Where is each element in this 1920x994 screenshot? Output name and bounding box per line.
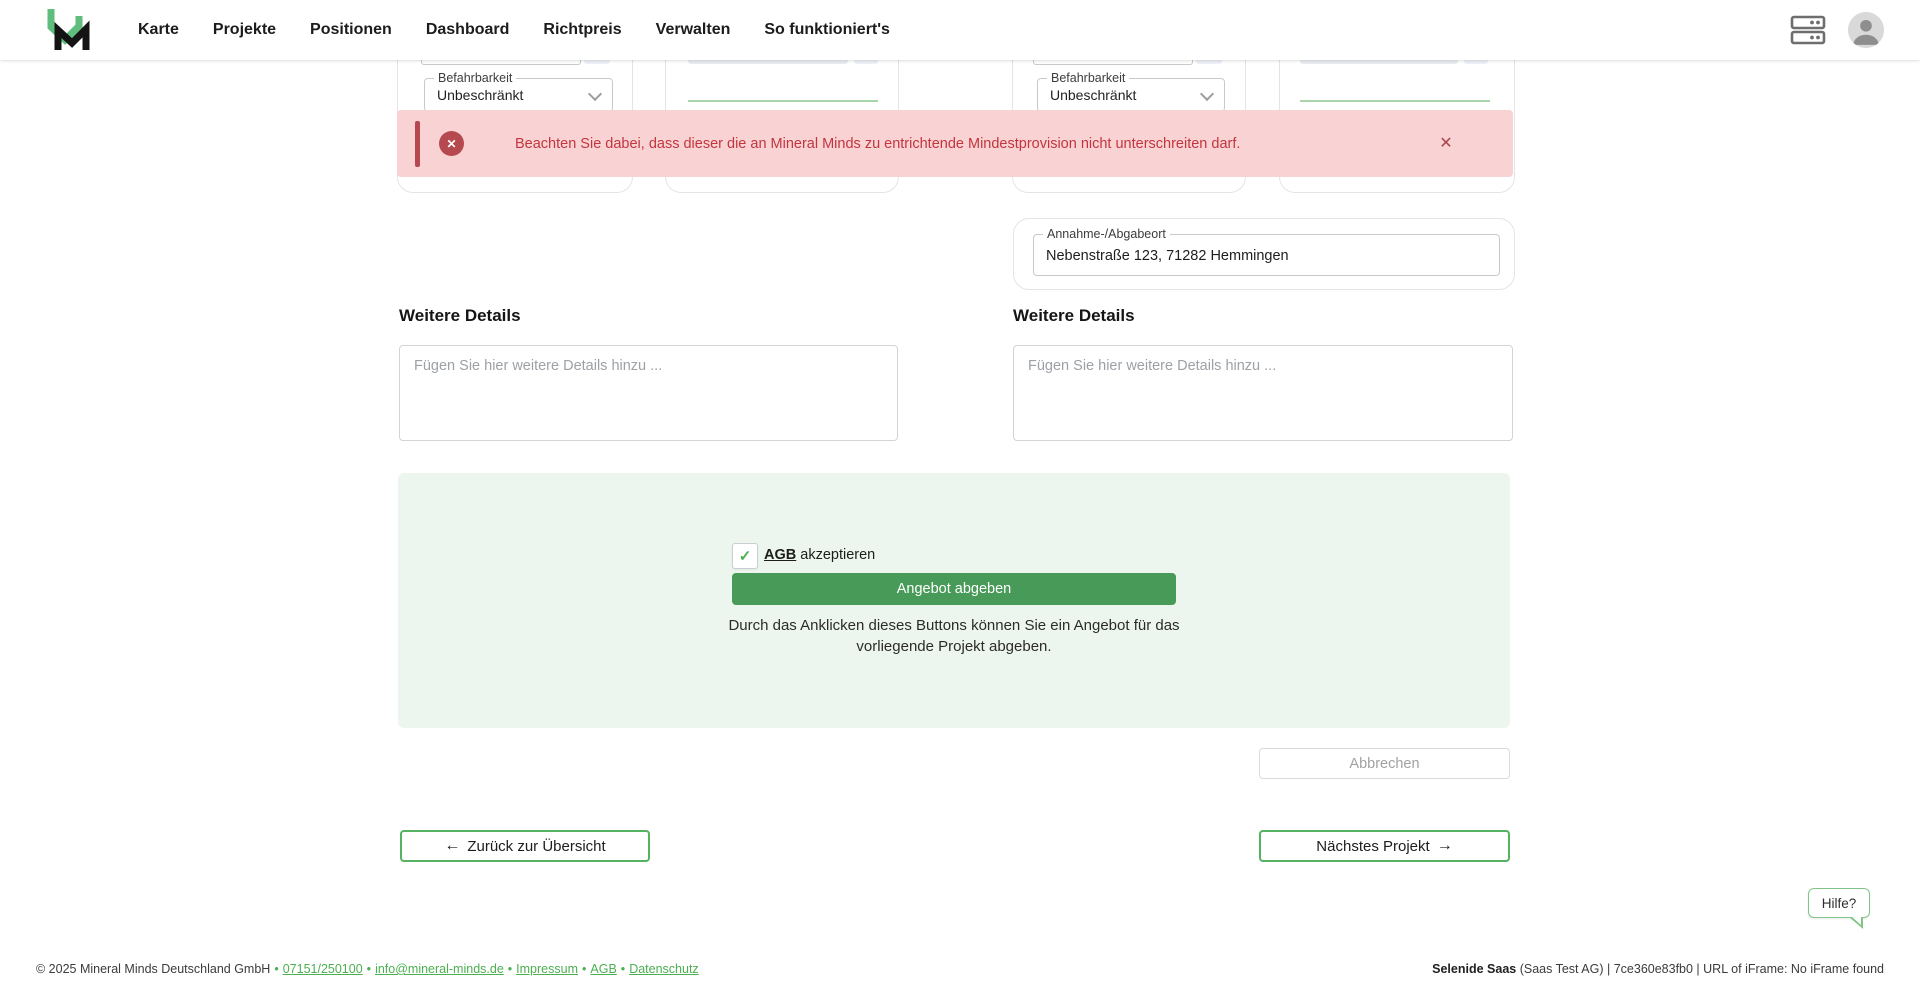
annahme-abgabeort-card: Annahme-/Abgabeort Nebenstraße 123, 7128… bbox=[1013, 218, 1515, 290]
befahrbarkeit-select[interactable]: Befahrbarkeit Unbeschränkt bbox=[1037, 78, 1225, 112]
details-textarea-left[interactable] bbox=[399, 345, 898, 441]
back-to-overview-button[interactable]: ← Zurück zur Übersicht bbox=[400, 830, 650, 862]
agb-link[interactable]: AGB bbox=[764, 547, 796, 563]
tenant-name: Selenide Saas bbox=[1432, 962, 1516, 976]
field-label: Befahrbarkeit bbox=[1047, 71, 1129, 85]
main-nav: Karte Projekte Positionen Dashboard Rich… bbox=[138, 0, 890, 60]
header: Karte Projekte Positionen Dashboard Rich… bbox=[0, 0, 1920, 60]
next-button-label: Nächstes Projekt bbox=[1316, 838, 1429, 855]
nav-item-richtpreis[interactable]: Richtpreis bbox=[543, 21, 621, 39]
separator: • bbox=[274, 962, 278, 976]
dns-server-icon[interactable] bbox=[1790, 15, 1826, 45]
divider bbox=[1300, 100, 1490, 102]
alert-accent-bar bbox=[415, 121, 420, 167]
nav-item-positionen[interactable]: Positionen bbox=[310, 21, 392, 39]
submit-offer-button[interactable]: Angebot abgeben bbox=[732, 573, 1176, 605]
footer-left: © 2025 Mineral Minds Deutschland GmbH • 07… bbox=[36, 962, 699, 976]
offer-description: Durch das Anklicken dieses Buttons könne… bbox=[714, 615, 1194, 657]
mineral-minds-logo[interactable] bbox=[46, 7, 94, 53]
nav-item-dashboard[interactable]: Dashboard bbox=[426, 21, 510, 39]
nav-item-karte[interactable]: Karte bbox=[138, 21, 179, 39]
help-bubble[interactable]: Hilfe? bbox=[1808, 888, 1870, 918]
phone-link[interactable]: 07151/250100 bbox=[283, 962, 363, 976]
details-heading-right: Weitere Details bbox=[1013, 306, 1135, 326]
agb-label-suffix: akzeptieren bbox=[796, 547, 875, 563]
details-heading-left: Weitere Details bbox=[399, 306, 521, 326]
datenschutz-link[interactable]: Datenschutz bbox=[629, 962, 698, 976]
next-project-button[interactable]: Nächstes Projekt → bbox=[1259, 830, 1510, 862]
error-alert: ✕ Beachten Sie dabei, dass dieser die an… bbox=[397, 110, 1513, 177]
separator: • bbox=[621, 962, 625, 976]
arrow-left-icon: ← bbox=[444, 838, 460, 854]
page: Karte Projekte Positionen Dashboard Rich… bbox=[0, 0, 1920, 994]
arrow-right-icon: → bbox=[1437, 838, 1453, 854]
nav-item-projekte[interactable]: Projekte bbox=[213, 21, 276, 39]
select-value: Unbeschränkt bbox=[437, 87, 523, 103]
separator: • bbox=[508, 962, 512, 976]
error-circle-icon: ✕ bbox=[439, 131, 464, 156]
chevron-down-icon bbox=[1200, 87, 1214, 101]
tenant-info: (Saas Test AG) | 7ce360e83fb0 | URL of i… bbox=[1516, 962, 1884, 976]
details-textarea-right[interactable] bbox=[1013, 345, 1513, 441]
email-link[interactable]: info@mineral-minds.de bbox=[375, 962, 504, 976]
cancel-button[interactable]: Abbrechen bbox=[1259, 748, 1510, 779]
separator: • bbox=[367, 962, 371, 976]
input-value: Nebenstraße 123, 71282 Hemmingen bbox=[1046, 248, 1289, 264]
field-label: Befahrbarkeit bbox=[434, 71, 516, 85]
agb-checkbox[interactable]: ✓ bbox=[732, 543, 758, 569]
alert-message: Beachten Sie dabei, dass dieser die an M… bbox=[515, 110, 1240, 177]
field-label: Annahme-/Abgabeort bbox=[1043, 227, 1170, 241]
back-button-label: Zurück zur Übersicht bbox=[467, 838, 605, 855]
help-label: Hilfe? bbox=[1822, 896, 1857, 911]
agb-checkbox-label: AGB akzeptieren bbox=[764, 547, 875, 563]
nav-item-verwalten[interactable]: Verwalten bbox=[656, 21, 731, 39]
close-icon[interactable]: ✕ bbox=[1433, 131, 1459, 157]
copyright-text: © 2025 Mineral Minds Deutschland GmbH bbox=[36, 962, 270, 976]
impressum-link[interactable]: Impressum bbox=[516, 962, 578, 976]
nav-item-so-funktionierts[interactable]: So funktioniert's bbox=[764, 21, 890, 39]
chevron-down-icon bbox=[588, 87, 602, 101]
annahme-abgabeort-input[interactable]: Annahme-/Abgabeort Nebenstraße 123, 7128… bbox=[1033, 234, 1500, 276]
agb-footer-link[interactable]: AGB bbox=[590, 962, 616, 976]
befahrbarkeit-select[interactable]: Befahrbarkeit Unbeschränkt bbox=[424, 78, 613, 112]
select-value: Unbeschränkt bbox=[1050, 87, 1136, 103]
separator: • bbox=[582, 962, 586, 976]
user-avatar-icon[interactable] bbox=[1848, 12, 1884, 48]
divider bbox=[688, 100, 878, 102]
offer-panel: ✓ AGB akzeptieren Angebot abgeben Durch … bbox=[398, 473, 1510, 728]
footer-right: Selenide Saas (Saas Test AG) | 7ce360e83… bbox=[1432, 962, 1884, 976]
header-icons bbox=[1790, 0, 1884, 60]
